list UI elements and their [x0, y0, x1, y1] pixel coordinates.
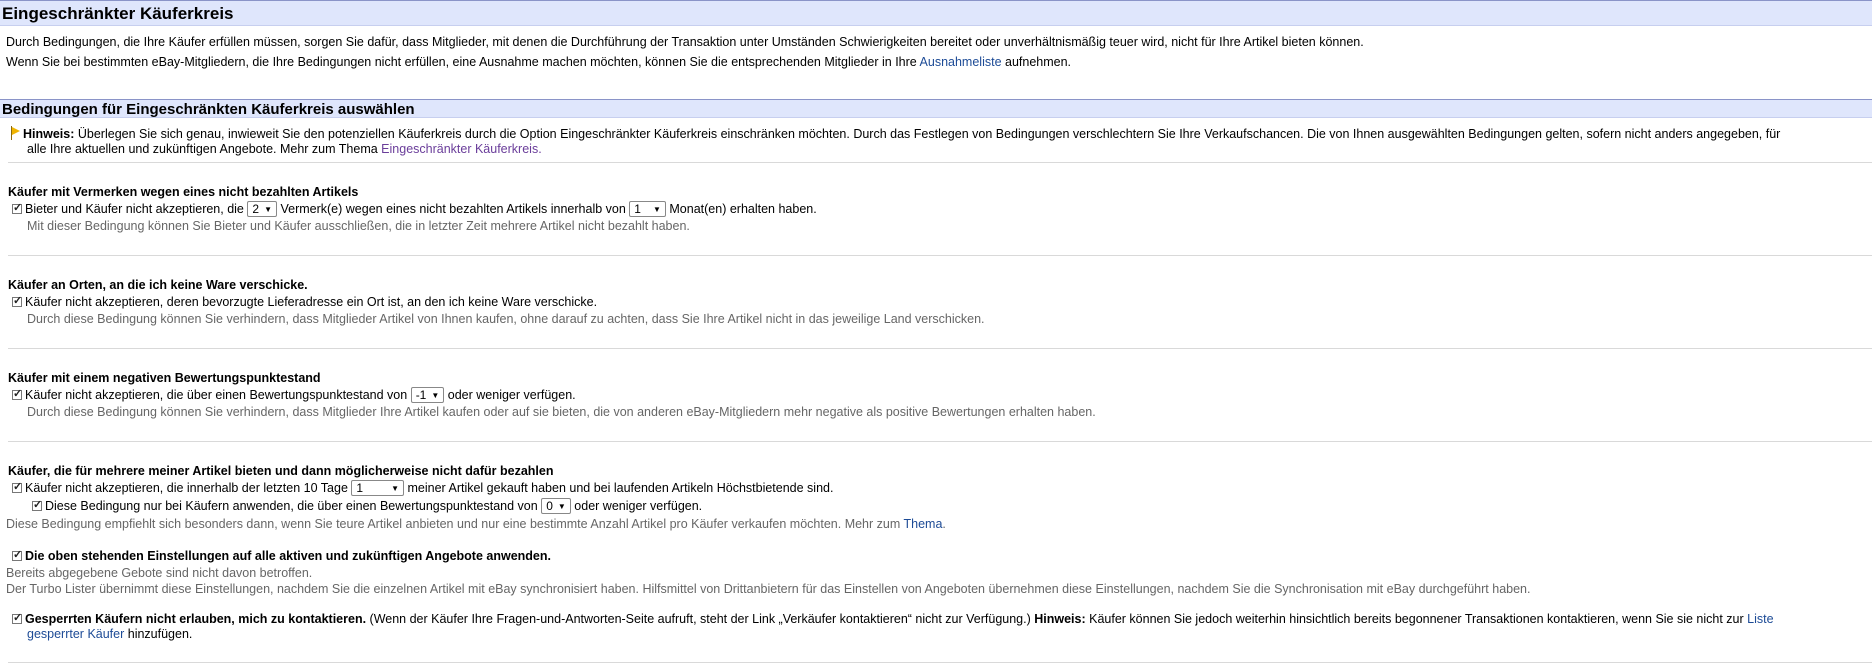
ship-locations-desc: Durch diese Bedingung können Sie verhind…	[27, 312, 985, 326]
unpaid-period-select[interactable]: 1 ▼	[629, 201, 666, 217]
intro-text: Durch Bedingungen, die Ihre Käufer erfül…	[6, 35, 1364, 49]
page-title: Eingeschränkter Käuferkreis	[2, 4, 234, 23]
ship-locations-checkbox[interactable]	[12, 294, 22, 307]
exception-text-post: aufnehmen.	[1001, 55, 1072, 69]
unpaid-items-title: Käufer mit Vermerken wegen eines nicht b…	[8, 185, 359, 199]
apply-all-checkbox[interactable]	[12, 548, 22, 561]
dropdown-arrow-icon: ▼	[431, 391, 440, 400]
multiple-items-row: Käufer nicht akzeptieren, die innerhalb …	[12, 480, 833, 496]
ship-locations-text: Käufer nicht akzeptieren, deren bevorzug…	[25, 295, 598, 309]
feedback-threshold-value: 0	[546, 499, 553, 513]
feedback-only-checkbox[interactable]	[32, 498, 42, 511]
hint-line-2: alle Ihre aktuellen und zukünftigen Ange…	[27, 142, 542, 156]
unpaid-items-checkbox[interactable]	[12, 201, 22, 214]
unpaid-strikes-value: 2	[252, 202, 260, 216]
divider	[8, 662, 1872, 663]
divider	[8, 255, 1872, 256]
multiple-items-desc: Diese Bedingung empfiehlt sich besonders…	[6, 517, 946, 531]
feedback-only-text-1: Diese Bedingung nur bei Käufern anwenden…	[45, 499, 538, 513]
dropdown-arrow-icon: ▼	[264, 205, 272, 214]
multiple-items-desc-text: Diese Bedingung empfiehlt sich besonders…	[6, 517, 904, 531]
unpaid-items-row: Bieter und Käufer nicht akzeptieren, die…	[12, 201, 817, 217]
apply-all-row: Die oben stehenden Einstellungen auf all…	[12, 548, 551, 563]
blocked-contact-post: hinzufügen.	[124, 627, 193, 641]
restricted-buyers-link[interactable]: Eingeschränkter Käuferkreis.	[381, 142, 542, 156]
page-header: Eingeschränkter Käuferkreis	[0, 0, 1872, 26]
unpaid-items-text-2: Vermerk(e) wegen eines nicht bezahlten A…	[280, 202, 626, 216]
exception-list-text: Wenn Sie bei bestimmten eBay-Mitgliedern…	[6, 55, 1071, 69]
multiple-items-title: Käufer, die für mehrere meiner Artikel b…	[8, 464, 554, 478]
hint-line-1: Hinweis: Überlegen Sie sich genau, inwie…	[10, 126, 1780, 141]
item-count-value: 1	[356, 481, 364, 495]
feedback-score-value: -1	[415, 388, 427, 402]
conditions-title: Bedingungen für Eingeschränkten Käuferkr…	[2, 101, 415, 118]
feedback-only-text-2: oder weniger verfügen.	[574, 499, 703, 513]
negative-feedback-desc: Durch diese Bedingung können Sie verhind…	[27, 405, 1096, 419]
blocked-contact-row: Gesperrten Käufern nicht erlauben, mich …	[12, 611, 1774, 626]
dropdown-arrow-icon: ▼	[557, 502, 566, 511]
negative-feedback-title: Käufer mit einem negativen Bewertungspun…	[8, 371, 321, 385]
hint-text-2: alle Ihre aktuellen und zukünftigen Ange…	[27, 142, 382, 156]
unpaid-items-desc: Mit dieser Bedingung können Sie Bieter u…	[27, 219, 690, 233]
blocked-contact-paren: (Wenn der Käufer Ihre Fragen-und-Antwort…	[366, 612, 1035, 626]
blocked-hint-label: Hinweis:	[1034, 612, 1086, 626]
unpaid-items-text-3: Monat(en) erhalten haben.	[669, 202, 817, 216]
unpaid-strikes-select[interactable]: 2 ▼	[247, 201, 277, 217]
dropdown-arrow-icon: ▼	[652, 205, 661, 214]
exception-list-link[interactable]: Ausnahmeliste	[920, 55, 1002, 69]
divider	[8, 348, 1872, 349]
apply-all-note-1: Bereits abgegebene Gebote sind nicht dav…	[6, 566, 313, 580]
blocked-list-link-1[interactable]: Liste	[1747, 612, 1773, 626]
multiple-items-text-1: Käufer nicht akzeptieren, die innerhalb …	[25, 481, 348, 495]
feedback-only-row: Diese Bedingung nur bei Käufern anwenden…	[32, 498, 702, 514]
multiple-items-desc-end: .	[942, 517, 946, 531]
multiple-items-text-2: meiner Artikel gekauft haben und bei lau…	[407, 481, 834, 495]
negative-feedback-text-2: oder weniger verfügen.	[447, 388, 576, 402]
blocked-contact-label: Gesperrten Käufern nicht erlauben, mich …	[25, 612, 367, 626]
apply-all-label: Die oben stehenden Einstellungen auf all…	[25, 549, 551, 563]
flag-icon	[10, 126, 20, 140]
multiple-items-checkbox[interactable]	[12, 480, 22, 493]
feedback-threshold-select[interactable]: 0 ▼	[541, 498, 571, 514]
divider	[8, 162, 1872, 163]
exception-text-pre: Wenn Sie bei bestimmten eBay-Mitgliedern…	[6, 55, 920, 69]
blocked-contact-row-2: gesperrter Käufer hinzufügen.	[27, 627, 192, 641]
dropdown-arrow-icon: ▼	[391, 484, 399, 493]
blocked-hint-text: Käufer können Sie jedoch weiterhin hinsi…	[1085, 612, 1748, 626]
ship-locations-title: Käufer an Orten, an die ich keine Ware v…	[8, 278, 308, 292]
hint-text: Überlegen Sie sich genau, inwieweit Sie …	[74, 127, 1781, 141]
apply-all-note-2: Der Turbo Lister übernimmt diese Einstel…	[6, 582, 1531, 596]
negative-feedback-text-1: Käufer nicht akzeptieren, die über einen…	[25, 388, 408, 402]
divider	[8, 441, 1872, 442]
item-count-select[interactable]: 1 ▼	[351, 480, 404, 496]
unpaid-period-value: 1	[634, 202, 641, 216]
feedback-score-select[interactable]: -1 ▼	[410, 387, 445, 403]
ship-locations-row: Käufer nicht akzeptieren, deren bevorzug…	[12, 294, 598, 309]
hint-label: Hinweis:	[23, 127, 75, 141]
negative-feedback-checkbox[interactable]	[12, 387, 22, 400]
blocked-contact-checkbox[interactable]	[12, 611, 22, 624]
negative-feedback-row: Käufer nicht akzeptieren, die über einen…	[12, 387, 576, 403]
unpaid-items-text-1: Bieter und Käufer nicht akzeptieren, die	[25, 202, 244, 216]
blocked-list-link-2[interactable]: gesperrter Käufer	[27, 627, 124, 641]
conditions-header: Bedingungen für Eingeschränkten Käuferkr…	[0, 99, 1872, 118]
topic-link[interactable]: Thema	[904, 517, 943, 531]
